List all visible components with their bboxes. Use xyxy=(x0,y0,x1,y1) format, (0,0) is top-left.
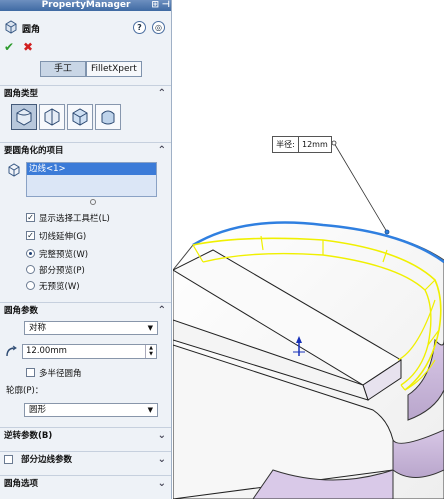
feature-header: 圆角 ? ◎ xyxy=(0,14,171,38)
setback-group-header[interactable]: 逆转参数(B) ⌄ xyxy=(0,427,171,444)
setback-header-label: 逆转参数(B) xyxy=(4,431,53,441)
show-toolbar-option[interactable]: ✓ 显示选择工具栏(L) xyxy=(26,211,110,224)
list-item[interactable]: 边线<1> xyxy=(27,163,156,175)
full-preview-radio[interactable] xyxy=(26,249,35,258)
show-toolbar-checkbox[interactable]: ✓ xyxy=(26,213,35,222)
symmetric-select[interactable]: 对称 ▼ xyxy=(24,321,158,335)
no-preview-radio[interactable] xyxy=(26,281,35,290)
radius-dimension-callout[interactable]: 半径: 12mm xyxy=(272,136,332,153)
part-model xyxy=(173,140,444,499)
tab-manual[interactable]: 手工 xyxy=(40,61,86,77)
tangent-propagation-option[interactable]: ✓ 切线延伸(G) xyxy=(26,229,86,242)
partial-edge-group-header[interactable]: 部分边线参数 ⌄ xyxy=(0,451,171,468)
fillet-options-group-header[interactable]: 圆角选项 ⌄ xyxy=(0,475,171,492)
expand-chevron-icon[interactable]: ⌄ xyxy=(158,428,166,444)
dimension-key: 半径: xyxy=(273,137,299,152)
full-preview-label: 完整预览(W) xyxy=(39,249,89,260)
items-group-header[interactable]: 要圆角化的项目 ⌃ xyxy=(0,142,171,159)
partial-edge-header-label: 部分边线参数 xyxy=(21,454,73,465)
full-round-type-button[interactable] xyxy=(95,104,121,130)
profile-select[interactable]: 圆形 ▼ xyxy=(24,403,158,417)
params-group-header[interactable]: 圆角参数 ⌃ xyxy=(0,302,171,319)
panel-title-bar: PropertyManager ⊞ ⊣ xyxy=(0,0,171,11)
feature-name: 圆角 xyxy=(22,25,41,35)
full-round-icon xyxy=(101,110,115,125)
profile-value: 圆形 xyxy=(29,405,47,415)
no-preview-option[interactable]: 无预览(W) xyxy=(26,279,80,292)
edge-selection-icon xyxy=(8,163,20,177)
show-toolbar-label: 显示选择工具栏(L) xyxy=(39,213,110,224)
face-fillet-type-button[interactable] xyxy=(67,104,93,130)
face-fillet-icon xyxy=(72,108,88,126)
tangent-propagation-label: 切线延伸(G) xyxy=(39,231,87,242)
fillet-type-group-header[interactable]: 圆角类型 ⌃ xyxy=(0,85,171,102)
collapse-chevron-icon[interactable]: ⌃ xyxy=(158,303,166,319)
edges-selection-list[interactable]: 边线<1> xyxy=(26,162,157,197)
constant-radius-icon xyxy=(16,108,32,126)
partial-preview-option[interactable]: 部分预览(P) xyxy=(26,263,85,276)
collapse-chevron-icon[interactable]: ⌃ xyxy=(158,143,166,159)
cancel-x-button[interactable]: ✖ xyxy=(23,40,33,54)
fillet-options-header-label: 圆角选项 xyxy=(4,479,39,489)
expand-chevron-icon[interactable]: ⌄ xyxy=(158,476,166,492)
panel-title: PropertyManager xyxy=(41,0,131,10)
full-preview-option[interactable]: 完整预览(W) xyxy=(26,247,88,260)
close-panel-icon[interactable]: ⊣ xyxy=(162,0,170,11)
profile-label: 轮廓(P)： xyxy=(6,386,44,396)
help-icon[interactable]: ? xyxy=(133,21,146,34)
no-preview-label: 无预览(W) xyxy=(39,281,80,292)
fillet-type-header-label: 圆角类型 xyxy=(4,89,39,99)
partial-preview-radio[interactable] xyxy=(26,265,35,274)
multi-radius-option[interactable]: 多半径圆角 xyxy=(26,366,82,379)
collapse-chevron-icon[interactable]: ⌃ xyxy=(158,86,166,102)
fillet-type-buttons xyxy=(11,104,121,130)
radius-value: 12.00mm xyxy=(26,346,67,356)
dimension-leader xyxy=(333,142,388,233)
fillet-feature-icon xyxy=(5,20,17,34)
variable-radius-icon xyxy=(44,108,60,126)
resize-grip-icon[interactable] xyxy=(90,199,96,205)
radius-input[interactable]: 12.00mm ▲ ▼ xyxy=(22,344,157,359)
info-icon[interactable]: ◎ xyxy=(152,21,165,34)
pin-icon[interactable]: ⊞ xyxy=(151,0,159,11)
dimension-value[interactable]: 12mm xyxy=(299,137,328,152)
partial-preview-label: 部分预览(P) xyxy=(39,265,85,276)
radius-icon xyxy=(6,345,17,357)
expand-chevron-icon[interactable]: ⌄ xyxy=(158,452,166,468)
constant-radius-type-button[interactable] xyxy=(11,104,37,130)
chevron-down-icon: ▼ xyxy=(147,406,153,414)
ok-check-button[interactable]: ✔ xyxy=(4,40,14,54)
partial-edge-checkbox[interactable] xyxy=(4,455,13,464)
tab-filletxpert[interactable]: FilletXpert xyxy=(86,61,142,77)
graphics-viewport[interactable] xyxy=(173,0,444,499)
spinner-icon[interactable]: ▲ ▼ xyxy=(145,345,156,358)
mode-tabs: 手工 FilletXpert xyxy=(40,61,142,77)
params-header-label: 圆角参数 xyxy=(4,306,39,316)
symmetric-value: 对称 xyxy=(29,323,47,333)
variable-radius-type-button[interactable] xyxy=(39,104,65,130)
property-manager-panel: PropertyManager ⊞ ⊣ 圆角 ? ◎ ✔ ✖ 手工 Fillet… xyxy=(0,0,172,499)
items-header-label: 要圆角化的项目 xyxy=(4,146,64,156)
tangent-propagation-checkbox[interactable]: ✓ xyxy=(26,231,35,240)
multi-radius-label: 多半径圆角 xyxy=(39,368,82,379)
multi-radius-checkbox[interactable] xyxy=(26,368,35,377)
chevron-down-icon: ▼ xyxy=(147,324,153,332)
